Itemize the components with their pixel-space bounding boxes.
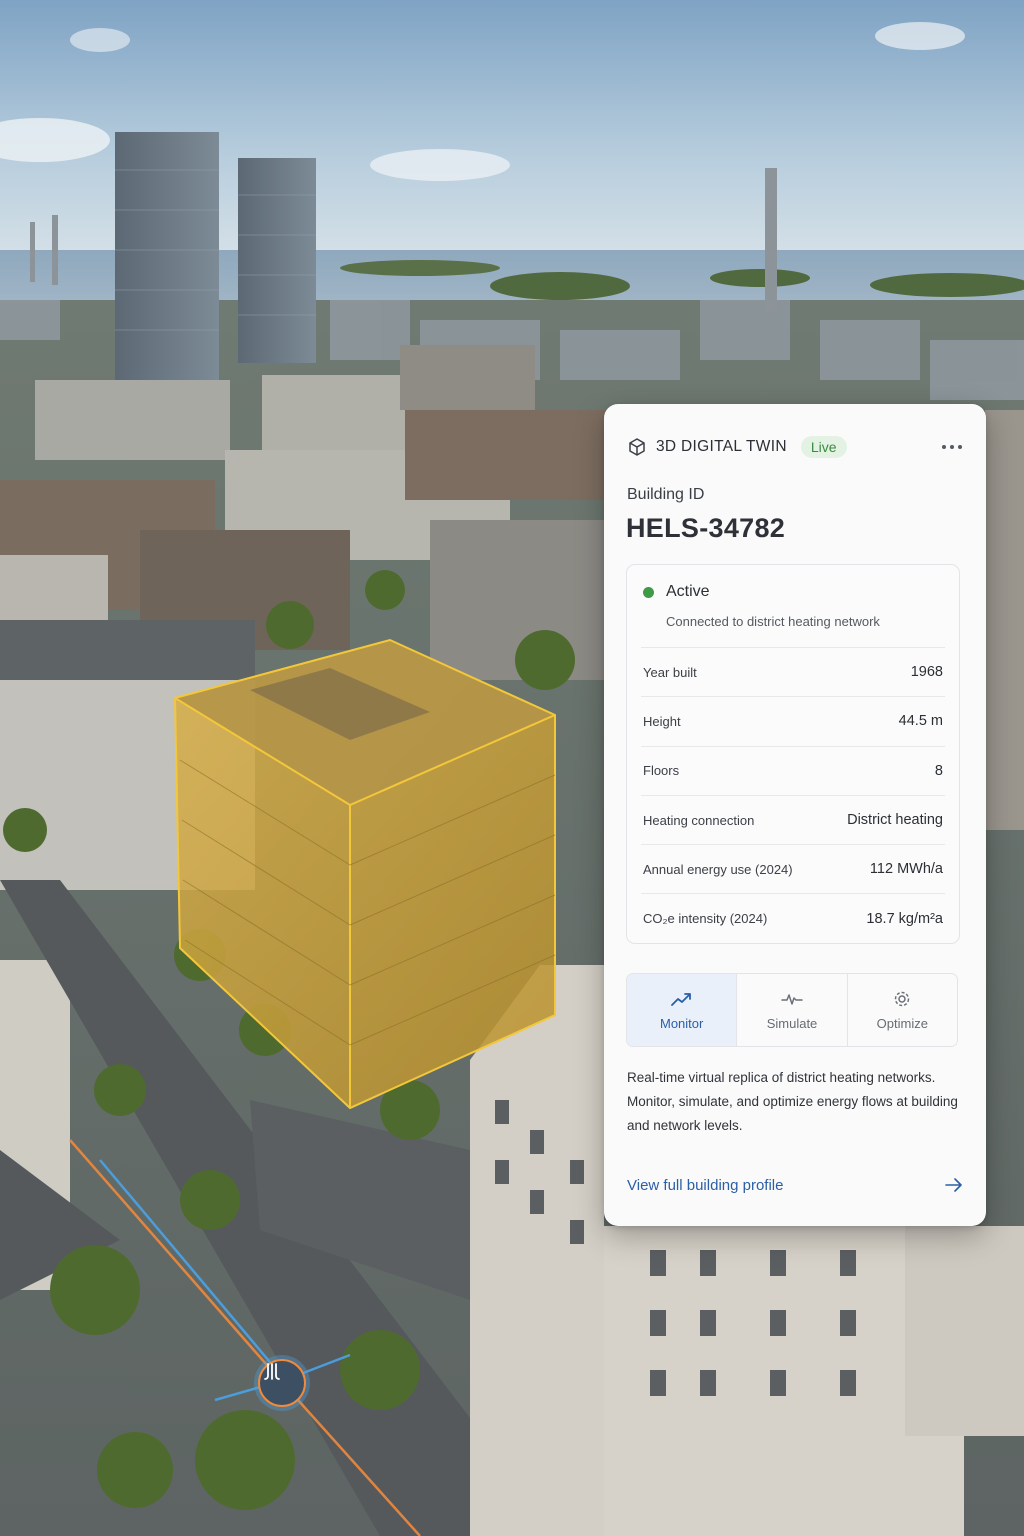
building-id-label: Building ID — [627, 486, 705, 503]
tab-optimize[interactable]: Optimize — [848, 974, 957, 1046]
more-options-icon[interactable] — [940, 441, 964, 453]
tab-simulate[interactable]: Simulate — [737, 974, 848, 1046]
info-row-value: District heating — [847, 812, 943, 829]
arrow-right-icon — [945, 1178, 963, 1192]
mode-tabs: Monitor Simulate Optimize — [626, 973, 958, 1047]
info-row-value: 8 — [934, 762, 943, 779]
left-building-roof — [0, 620, 255, 680]
heating-node-glyph — [264, 1363, 280, 1380]
island — [340, 260, 500, 276]
trend-up-icon — [670, 989, 693, 1009]
status-row: Active — [643, 583, 710, 601]
island — [710, 269, 810, 287]
tab-monitor[interactable]: Monitor — [627, 974, 738, 1046]
building-details-box: Active Connected to district heating net… — [626, 564, 960, 944]
island — [870, 273, 1024, 297]
status-label: Active — [666, 583, 710, 600]
info-row-label: Annual energy use (2024) — [643, 861, 793, 877]
gear-icon — [893, 989, 911, 1009]
info-row-label: Floors — [643, 763, 680, 779]
info-row-annual-energy: Annual energy use (2024) 112 MWh/a — [641, 844, 945, 893]
info-row-label: Height — [643, 713, 681, 729]
chimney-small — [52, 215, 58, 285]
building-info-card: 3D DIGITAL TWIN Live Building ID HELS-34… — [604, 404, 986, 1226]
tab-label: Optimize — [876, 1016, 928, 1031]
tab-label: Monitor — [659, 1016, 704, 1031]
info-row-floors: Floors 8 — [641, 745, 945, 795]
cloud — [370, 149, 510, 181]
card-description: Real-time virtual replica of district he… — [627, 1070, 958, 1133]
info-row-year-built: Year built 1968 — [641, 647, 945, 696]
info-row-height: Height 44.5 m — [641, 696, 945, 745]
info-rows: Year built 1968 Height 44.5 m Floors 8 H… — [627, 647, 959, 943]
cube-icon — [626, 436, 648, 458]
view-profile-link[interactable]: View full building profile — [627, 1172, 963, 1198]
info-row-co2-intensity: CO₂e intensity (2024) 18.7 kg/m²a — [641, 893, 945, 942]
pulse-icon — [781, 989, 803, 1009]
glass-tower — [238, 158, 316, 363]
info-row-value: 44.5 m — [898, 713, 943, 730]
right-building-side — [905, 1226, 1024, 1436]
view-profile-link-label: View full building profile — [627, 1176, 784, 1194]
building-id-value: HELS-34782 — [626, 513, 786, 543]
info-row-label: Heating connection — [643, 812, 755, 828]
cloud — [70, 28, 130, 52]
status-dot-icon — [643, 586, 654, 598]
card-title: 3D DIGITAL TWIN — [656, 438, 787, 455]
island — [490, 272, 630, 300]
info-row-label: Year built — [643, 664, 697, 680]
info-row-value: 1968 — [910, 664, 943, 681]
live-badge: Live — [800, 436, 847, 458]
right-building — [470, 965, 604, 1536]
chimney-small — [30, 222, 35, 282]
cloud — [875, 22, 965, 50]
heating-node-icon[interactable] — [258, 1359, 306, 1407]
info-row-label: CO₂e intensity (2024) — [643, 911, 768, 927]
chimney — [765, 168, 777, 313]
info-row-value: 112 MWh/a — [869, 861, 943, 878]
tab-label: Simulate — [766, 1016, 818, 1031]
info-row-heating-connection: Heating connection District heating — [641, 794, 945, 844]
info-row-value: 18.7 kg/m²a — [866, 910, 943, 927]
card-header: 3D DIGITAL TWIN Live — [626, 434, 964, 460]
status-description: Connected to district heating network — [666, 614, 880, 629]
